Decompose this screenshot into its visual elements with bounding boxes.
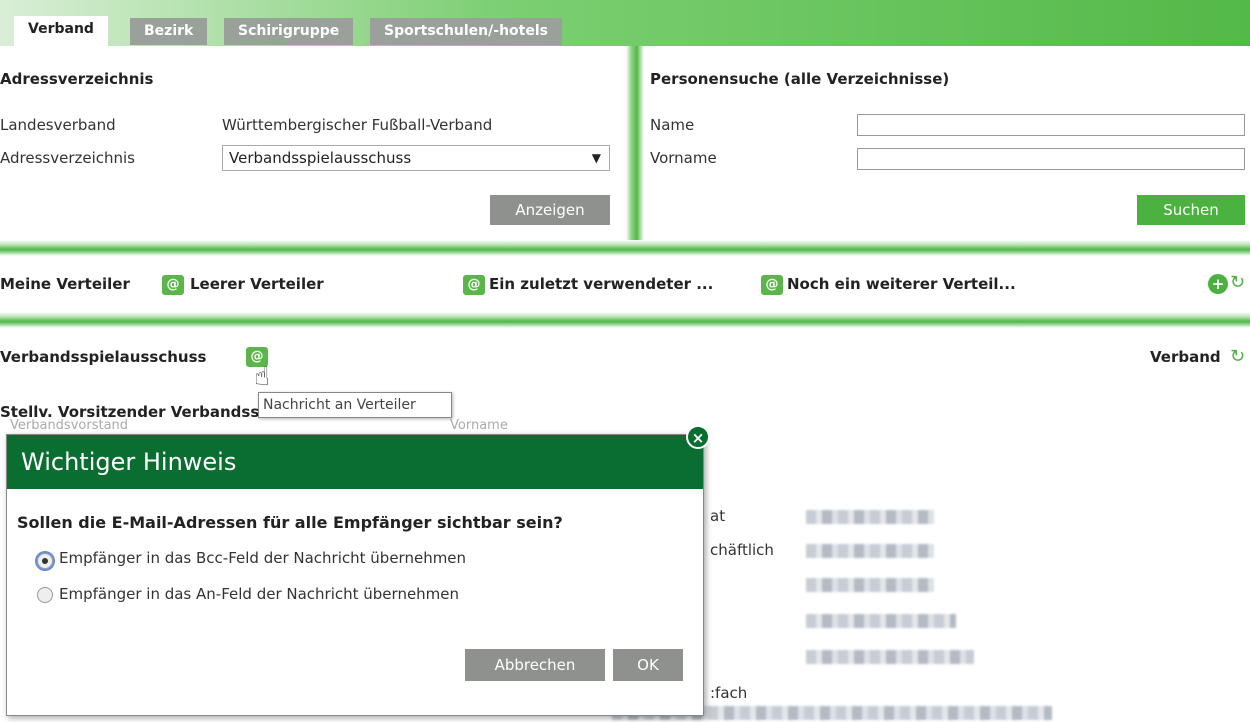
horizontal-divider [0,240,1250,256]
close-icon[interactable]: × [686,425,710,449]
mail-icon[interactable]: @ [463,275,485,295]
verzeichnis-selected: Verbandsspielausschuss [229,149,412,167]
blurred-value [806,614,956,628]
vorname-label: Vorname [650,149,717,167]
chevron-down-icon: ▼ [591,151,601,165]
radio-bcc[interactable] [35,551,55,571]
tab-sportschulen[interactable]: Sportschulen/-hotels [370,18,562,45]
person-search-title: Personensuche (alle Verzeichnisse) [650,70,950,88]
add-list-icon[interactable]: + [1208,274,1228,294]
refresh-icon[interactable]: ↻ [1230,272,1245,293]
tab-schirigruppe[interactable]: Schirigruppe [224,18,354,45]
section-right-label: Verband [1150,348,1221,366]
blurred-value [806,650,974,664]
dialog-question: Sollen die E-Mail-Adressen für alle Empf… [17,513,563,532]
cancel-button[interactable]: Abbrechen [465,649,605,681]
vertical-divider [626,46,644,240]
my-lists-label: Meine Verteiler [0,275,130,293]
address-title: Adressverzeichnis [0,70,154,88]
bg-left-label: Verbandsvorstand [10,418,129,433]
verzeichnis-label: Adressverzeichnis [0,149,135,167]
option-bcc-label[interactable]: Empfänger in das Bcc-Feld der Nachricht … [59,549,466,567]
refresh-icon[interactable]: ↻ [1230,346,1245,367]
detail-label: chäftlich [710,541,774,559]
tab-verband[interactable]: Verband [14,16,108,46]
name-label: Name [650,116,695,134]
name-input[interactable] [857,114,1245,136]
mail-icon[interactable]: @ [761,275,783,295]
list-item[interactable]: Ein zuletzt verwendeter ... [489,275,713,293]
blurred-value [806,510,934,524]
option-an-label[interactable]: Empfänger in das An-Feld der Nachricht ü… [59,585,459,603]
section-title: Verbandsspielausschuss [0,348,207,366]
blurred-value [806,544,934,558]
ok-button[interactable]: OK [613,649,683,681]
list-item[interactable]: Noch ein weiterer Verteil... [787,275,1016,293]
show-button[interactable]: Anzeigen [490,195,610,225]
search-button[interactable]: Suchen [1137,195,1245,225]
detail-label: :fach [710,684,748,702]
dialog-title: Wichtiger Hinweis [7,435,703,489]
hand-cursor-icon: ☝ [254,362,270,392]
mail-icon[interactable]: @ [162,275,184,295]
notice-dialog: Wichtiger Hinweis Sollen die E-Mail-Adre… [6,434,704,716]
landesverband-label: Landesverband [0,116,116,134]
radio-an[interactable] [37,587,53,603]
landesverband-value: Württembergischer Fußball-Verband [222,116,493,134]
blurred-value [806,578,934,592]
tab-bezirk[interactable]: Bezirk [130,18,208,45]
horizontal-divider [0,312,1250,328]
detail-label: at [710,507,726,525]
tooltip: Nachricht an Verteiler [258,392,452,418]
list-item[interactable]: Leerer Verteiler [190,275,324,293]
verzeichnis-select[interactable]: Verbandsspielausschuss ▼ [222,145,610,171]
bg-right-label: Vorname [450,418,508,433]
vorname-input[interactable] [857,148,1245,170]
